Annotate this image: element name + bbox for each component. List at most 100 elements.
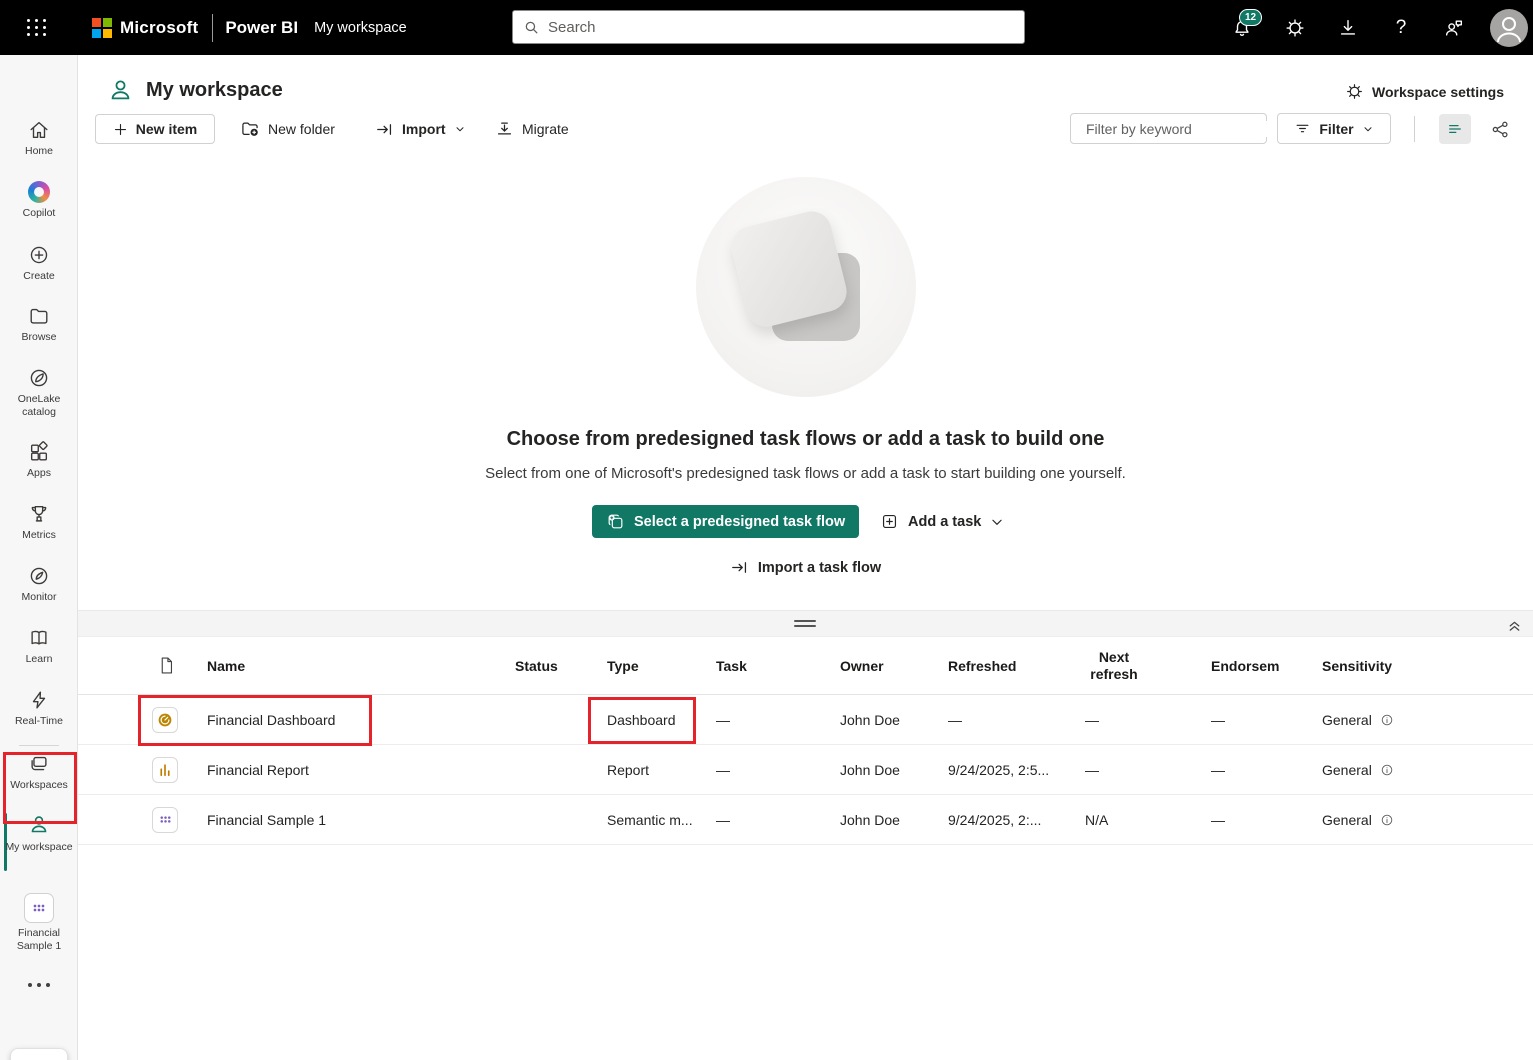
global-search[interactable] [512,10,1025,44]
notifications-button[interactable]: 12 [1225,11,1259,45]
empty-state-title: Choose from predesigned task flows or ad… [78,428,1533,451]
import-button[interactable]: Import [375,114,466,144]
sidebar-item-onelake-catalog[interactable]: OneLake catalog [0,367,78,419]
col-type[interactable]: Type [607,658,716,674]
col-next-refresh[interactable]: Next refresh [1085,649,1143,683]
col-refreshed[interactable]: Refreshed [948,658,1085,674]
home-icon [28,119,50,141]
cell-refreshed: 9/24/2025, 2:5... [948,762,1085,778]
filter-keyword-input[interactable] [1086,121,1267,137]
filter-keyword-box[interactable] [1070,113,1267,144]
microsoft-logo[interactable]: Microsoft [92,18,198,38]
sidebar-item-metrics[interactable]: Metrics [0,503,78,542]
chevron-down-icon [990,515,1004,529]
waffle-icon [27,19,47,36]
import-icon [375,120,394,139]
new-item-button[interactable]: New item [95,114,215,144]
topbar-divider [212,14,213,42]
chevron-down-icon [454,123,466,135]
new-folder-button[interactable]: New folder [240,114,335,144]
migrate-button[interactable]: Migrate [495,114,569,144]
create-icon [28,244,50,266]
col-name[interactable]: Name [207,658,515,674]
col-task[interactable]: Task [716,658,840,674]
monitor-icon [28,565,50,587]
collapse-pane-button[interactable] [1502,613,1526,637]
sidebar-item-financial-sample-1[interactable]: Financial Sample 1 [0,893,78,953]
workspace-header: My workspace [107,77,283,104]
table-row-financial-report[interactable]: Financial Report Report — John Doe 9/24/… [78,745,1533,795]
list-view-button[interactable] [1439,114,1471,144]
download-icon [1337,17,1359,39]
settings-button[interactable] [1278,11,1312,45]
product-name[interactable]: Power BI [225,18,298,38]
feedback-button[interactable] [1437,11,1471,45]
sidebar-item-monitor[interactable]: Monitor [0,565,78,604]
left-nav: Home Copilot Create Browse OneLake catal… [0,55,78,1060]
download-button[interactable] [1331,11,1365,45]
splitter-drag-handle[interactable] [794,620,816,630]
sidebar-item-create[interactable]: Create [0,244,78,283]
item-name-link[interactable]: Financial Report [207,762,515,778]
cell-next-refresh: N/A [1085,812,1211,828]
col-sensitivity[interactable]: Sensitivity [1322,658,1533,674]
pane-splitter [78,610,1533,637]
apps-icon [28,441,50,463]
cell-next-refresh: — [1085,712,1211,728]
metrics-icon [28,503,50,525]
topbar-breadcrumb: My workspace [314,20,407,36]
app-launcher-button[interactable] [14,8,60,48]
add-task-icon [880,512,899,531]
help-button[interactable]: ? [1384,11,1418,45]
microsoft-logo-icon [92,18,112,38]
col-endorsement[interactable]: Endorsem [1211,658,1322,674]
table-row-financial-dashboard[interactable]: Financial Dashboard Dashboard — John Doe… [78,695,1533,745]
search-input[interactable] [548,19,1014,36]
sidebar-item-copilot[interactable]: Copilot [0,181,78,220]
sidebar-more-button[interactable] [0,983,78,987]
sidebar-item-my-workspace[interactable]: My workspace [0,813,78,854]
item-name-link[interactable]: Financial Dashboard [207,712,515,728]
sidebar-item-home[interactable]: Home [0,119,78,158]
chevron-down-icon [1362,123,1374,135]
page-title: My workspace [146,79,283,102]
semantic-model-icon [24,893,54,923]
import-icon [730,558,749,577]
info-icon[interactable] [1380,763,1394,777]
cell-endorsement: — [1211,762,1322,778]
info-icon[interactable] [1380,713,1394,727]
cell-task: — [716,712,840,728]
cell-endorsement: — [1211,812,1322,828]
notification-badge: 12 [1239,9,1262,26]
my-workspace-icon [27,813,51,837]
add-task-button[interactable]: Add a task [880,505,1004,538]
item-name-link[interactable]: Financial Sample 1 [207,812,515,828]
col-owner[interactable]: Owner [840,658,948,674]
items-table-header: Name Status Type Task Owner Refreshed Ne… [78,637,1533,695]
table-row-financial-sample-1[interactable]: Financial Sample 1 Semantic m... — John … [78,795,1533,845]
col-status[interactable]: Status [515,658,607,674]
plus-icon [113,122,128,137]
cell-owner: John Doe [840,812,948,828]
lineage-view-icon [1491,120,1510,139]
list-view-icon [1446,120,1464,138]
copilot-icon [28,181,50,203]
sidebar-item-browse[interactable]: Browse [0,305,78,344]
lineage-view-button[interactable] [1484,114,1516,144]
dashboard-icon [152,707,178,733]
sidebar-item-learn[interactable]: Learn [0,627,78,666]
workspace-settings-button[interactable]: Workspace settings [1345,82,1504,101]
account-avatar[interactable] [1490,9,1528,47]
sidebar-item-real-time[interactable]: Real-Time [0,689,78,728]
cell-type: Report [607,762,716,778]
cell-type: Dashboard [607,712,716,728]
sidebar-item-workspaces[interactable]: Workspaces [0,753,78,792]
info-icon[interactable] [1380,813,1394,827]
cell-sensitivity: General [1322,712,1372,728]
power-bi-app-button[interactable]: Power BI [10,1048,68,1060]
sidebar-item-apps[interactable]: Apps [0,441,78,480]
select-task-flow-button[interactable]: Select a predesigned task flow [592,505,859,538]
filter-button[interactable]: Filter [1277,113,1391,144]
feedback-icon [1443,17,1465,39]
import-task-flow-button[interactable]: Import a task flow [730,558,881,577]
